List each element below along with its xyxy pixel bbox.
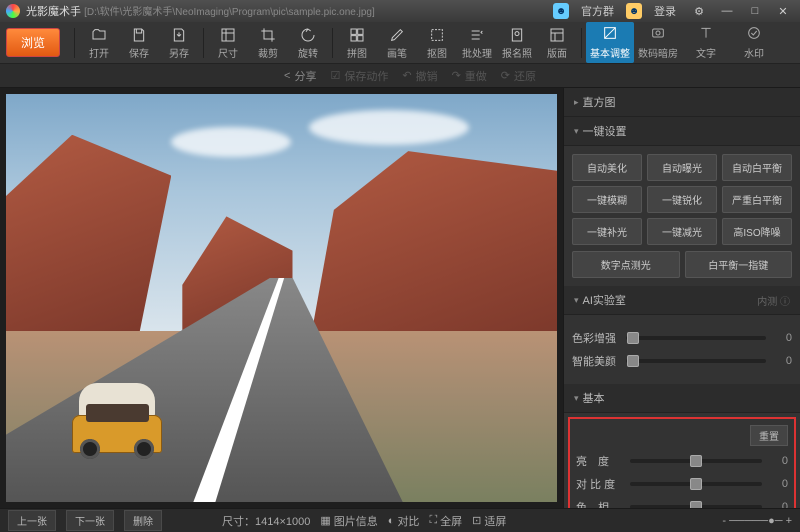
slider-hue[interactable] xyxy=(630,505,762,508)
tab-text[interactable]: 文字 xyxy=(682,22,730,63)
brush-icon xyxy=(388,26,406,44)
section-histogram[interactable]: ▸直方图 xyxy=(564,88,800,117)
size-label: 尺寸：1414×1000 xyxy=(222,513,310,529)
label-brightness: 亮 度 xyxy=(576,453,624,469)
btn-auto-exposure[interactable]: 自动曝光 xyxy=(647,154,717,181)
adjust-panel: ▸直方图 ▾一键设置 自动美化 自动曝光 自动白平衡 一键模糊 一键锐化 严重白… xyxy=(563,88,800,508)
tool-save[interactable]: 保存 xyxy=(119,26,159,60)
btn-sharpen[interactable]: 一键锐化 xyxy=(647,186,717,213)
label-contrast: 对 比 度 xyxy=(576,476,624,492)
tab-watermark[interactable]: 水印 xyxy=(730,22,778,63)
settings-icon[interactable]: ⚙ xyxy=(688,3,710,19)
idphoto-icon xyxy=(508,26,526,44)
app-logo xyxy=(6,4,20,18)
maximize-button[interactable]: □ xyxy=(744,3,766,19)
group-icon[interactable]: ☻ xyxy=(553,3,569,19)
next-image-button[interactable]: 下一张 xyxy=(66,510,114,531)
undo-button[interactable]: ↶ 撤销 xyxy=(402,68,437,84)
tool-collage[interactable]: 拼图 xyxy=(337,26,377,60)
btn-heavy-wb[interactable]: 严重白平衡 xyxy=(722,186,792,213)
btn-spot-meter[interactable]: 数字点测光 xyxy=(572,251,680,278)
app-title: 光影魔术手 [D:\软件\光影魔术手\NeoImaging\Program\pi… xyxy=(26,3,375,19)
text-icon xyxy=(698,25,714,44)
tool-brush[interactable]: 画笔 xyxy=(377,26,417,60)
tab-basic-adjust[interactable]: 基本调整 xyxy=(586,22,634,63)
tool-cutout[interactable]: 抠图 xyxy=(417,26,457,60)
save-icon xyxy=(130,26,148,44)
batch-icon xyxy=(468,26,486,44)
login-link[interactable]: 登录 xyxy=(648,1,682,21)
adjust-icon xyxy=(602,25,618,44)
image-canvas[interactable] xyxy=(0,88,563,508)
slider-brightness[interactable] xyxy=(630,459,762,463)
browse-button[interactable]: 浏览 xyxy=(6,28,60,57)
watermark-icon xyxy=(746,25,762,44)
tool-rotate[interactable]: 旋转 xyxy=(288,26,328,60)
btn-auto-wb[interactable]: 自动白平衡 xyxy=(722,154,792,181)
close-button[interactable]: ✕ xyxy=(772,3,794,19)
collage-icon xyxy=(348,26,366,44)
tool-size[interactable]: 尺寸 xyxy=(208,26,248,60)
btn-wb-picker[interactable]: 白平衡一指键 xyxy=(685,251,793,278)
official-group-link[interactable]: 官方群 xyxy=(575,1,620,21)
btn-fill-light[interactable]: 一键补光 xyxy=(572,218,642,245)
share-button[interactable]: < 分享 xyxy=(284,68,316,84)
restore-button[interactable]: ⟳ 还原 xyxy=(501,68,536,84)
tool-saveas[interactable]: 另存 xyxy=(159,26,199,60)
slider-contrast[interactable] xyxy=(630,482,762,486)
rotate-icon xyxy=(299,26,317,44)
crop-icon xyxy=(259,26,277,44)
tool-layout[interactable]: 版面 xyxy=(537,26,577,60)
layout-icon xyxy=(548,26,566,44)
btn-reduce-light[interactable]: 一键减光 xyxy=(647,218,717,245)
label-hue: 色 相 xyxy=(576,499,624,508)
open-icon xyxy=(90,26,108,44)
compare-button[interactable]: ◐ 对比 xyxy=(388,513,420,529)
section-onekey[interactable]: ▾一键设置 xyxy=(564,117,800,146)
tool-batch[interactable]: 批处理 xyxy=(457,26,497,60)
image-info-button[interactable]: ▦ 图片信息 xyxy=(320,513,377,529)
btn-auto-beautify[interactable]: 自动美化 xyxy=(572,154,642,181)
saveas-icon xyxy=(170,26,188,44)
slider-smart-beauty[interactable] xyxy=(626,359,766,363)
size-icon xyxy=(219,26,237,44)
tool-idphoto[interactable]: 报名照 xyxy=(497,26,537,60)
label-smart-beauty: 智能美颜 xyxy=(572,353,620,369)
btn-iso-nr[interactable]: 高ISO降噪 xyxy=(722,218,792,245)
section-basic[interactable]: ▾基本 xyxy=(564,384,800,413)
redo-button[interactable]: ↷ 重做 xyxy=(452,68,487,84)
login-icon[interactable]: ☻ xyxy=(626,3,642,19)
darkroom-icon xyxy=(650,25,666,44)
prev-image-button[interactable]: 上一张 xyxy=(8,510,56,531)
tab-darkroom[interactable]: 数码暗房 xyxy=(634,22,682,63)
delete-button[interactable]: 删除 xyxy=(124,510,162,531)
zoom-slider[interactable]: - ─────●─ + xyxy=(722,515,792,527)
save-action-button[interactable]: ☑ 保存动作 xyxy=(330,68,388,84)
tool-crop[interactable]: 裁剪 xyxy=(248,26,288,60)
fit-button[interactable]: ⊡ 适屏 xyxy=(472,513,506,529)
fullscreen-button[interactable]: ⛶ 全屏 xyxy=(429,513,462,529)
btn-blur[interactable]: 一键模糊 xyxy=(572,186,642,213)
minimize-button[interactable]: — xyxy=(716,3,738,19)
tool-open[interactable]: 打开 xyxy=(79,26,119,60)
cutout-icon xyxy=(428,26,446,44)
reset-button[interactable]: 重置 xyxy=(750,425,788,446)
label-color-enhance: 色彩增强 xyxy=(572,330,620,346)
section-ai[interactable]: ▾AI实验室内测 ⓘ xyxy=(564,286,800,315)
slider-color-enhance[interactable] xyxy=(626,336,766,340)
